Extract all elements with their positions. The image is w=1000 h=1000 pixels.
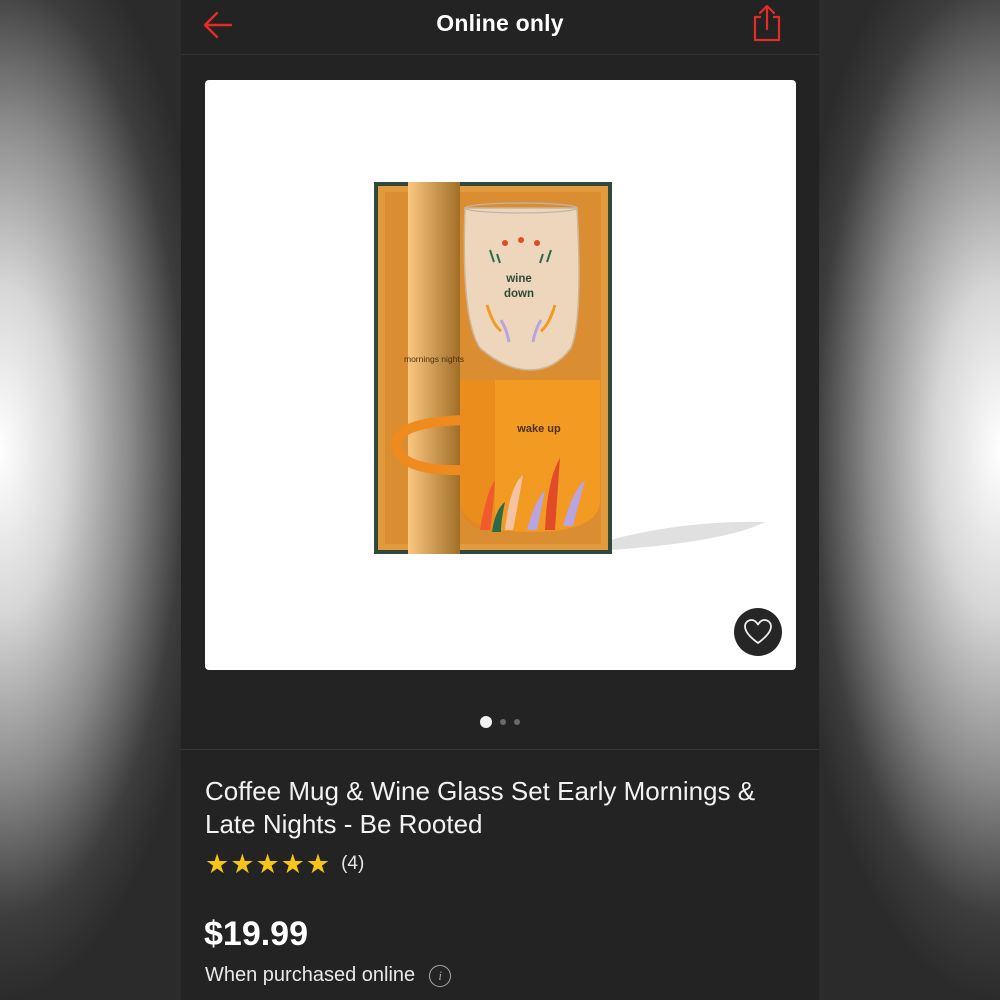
share-button[interactable]	[751, 3, 783, 43]
section-divider	[181, 749, 819, 750]
star-icon: ★	[230, 849, 255, 879]
mug-text: wake up	[516, 423, 561, 435]
rating-row[interactable]: ★ ★ ★ ★ ★ (4)	[205, 850, 364, 878]
favorite-button[interactable]	[734, 608, 782, 656]
heart-outline-icon	[744, 619, 772, 644]
star-icon: ★	[280, 849, 305, 879]
glass-text-2: down	[504, 288, 534, 300]
background-right	[819, 0, 1000, 1000]
share-icon	[753, 4, 781, 42]
star-icon: ★	[205, 849, 230, 879]
price-note-text: When purchased online	[205, 964, 416, 986]
product-title: Coffee Mug & Wine Glass Set Early Mornin…	[205, 776, 756, 839]
star-icon: ★	[305, 849, 331, 879]
sleeve-text: mornings nights	[404, 354, 464, 364]
background-left	[0, 0, 181, 1000]
info-icon[interactable]: i	[429, 964, 452, 987]
page-title: Online only	[436, 10, 564, 36]
review-count[interactable]: (4)	[341, 853, 364, 875]
star-icon: ★	[255, 849, 280, 879]
price-note: When purchased online i	[205, 964, 452, 987]
phone-screen: Online only mornings nights wake up wine…	[181, 0, 819, 1000]
product-image[interactable]: mornings nights wake up wine down	[205, 80, 796, 670]
glass-text-1: wine	[505, 273, 532, 285]
top-bar: Online only	[181, 0, 819, 55]
carousel-dot-2[interactable]	[500, 719, 506, 725]
carousel-indicator	[181, 715, 819, 729]
price: $19.99	[204, 915, 308, 953]
carousel-dot-3[interactable]	[514, 719, 520, 725]
carousel-dot-1[interactable]	[480, 716, 492, 728]
product-photo: mornings nights wake up wine down	[374, 182, 765, 554]
